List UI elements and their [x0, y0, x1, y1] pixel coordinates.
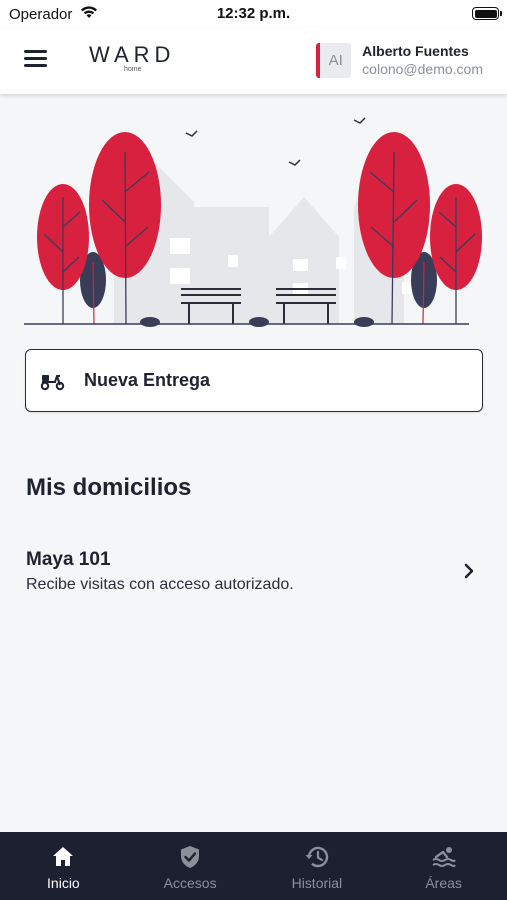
- tab-label: Historial: [291, 875, 343, 891]
- tab-historial[interactable]: Historial: [254, 832, 381, 900]
- logo-text: WARD: [89, 42, 176, 67]
- new-delivery-label: Nueva Entrega: [84, 370, 211, 390]
- battery-icon: [472, 7, 502, 20]
- home-icon: [53, 847, 74, 866]
- scooter-icon: [40, 374, 65, 390]
- address-description: Recibe visitas con acceso autorizado.: [26, 576, 294, 593]
- status-bar: Operador 12:32 p.m.: [0, 0, 507, 28]
- user-name: Alberto Fuentes: [362, 42, 469, 59]
- chevron-right-icon: [464, 563, 474, 579]
- pool-icon: [432, 847, 456, 867]
- user-profile[interactable]: AI Alberto Fuentes colono@demo.com: [316, 42, 483, 78]
- hamburger-menu-icon[interactable]: [24, 50, 47, 68]
- section-title: Mis domicilios: [26, 474, 192, 501]
- logo-subtext: home: [124, 66, 142, 73]
- neighborhood-illustration: [24, 117, 482, 327]
- tab-accesos[interactable]: Accesos: [127, 832, 254, 900]
- tab-areas[interactable]: Áreas: [380, 832, 507, 900]
- address-list-item[interactable]: Maya 101 Recibe visitas con acceso autor…: [0, 540, 507, 604]
- address-name: Maya 101: [26, 549, 111, 570]
- clock: 12:32 p.m.: [216, 5, 291, 22]
- history-icon: [305, 846, 329, 868]
- tab-label: Accesos: [163, 875, 217, 891]
- new-delivery-button[interactable]: Nueva Entrega: [25, 349, 483, 412]
- tab-label: Inicio: [47, 875, 80, 891]
- shield-check-icon: [181, 846, 200, 868]
- avatar: AI: [316, 42, 352, 78]
- tab-inicio[interactable]: Inicio: [0, 832, 127, 900]
- user-email: colono@demo.com: [362, 60, 483, 77]
- bottom-tab-bar: Inicio Accesos Historial Áreas: [0, 832, 507, 900]
- app-header: WARD home AI Alberto Fuentes colono@demo…: [0, 28, 507, 94]
- ward-logo: WARD home: [89, 42, 183, 78]
- tab-label: Áreas: [425, 875, 462, 891]
